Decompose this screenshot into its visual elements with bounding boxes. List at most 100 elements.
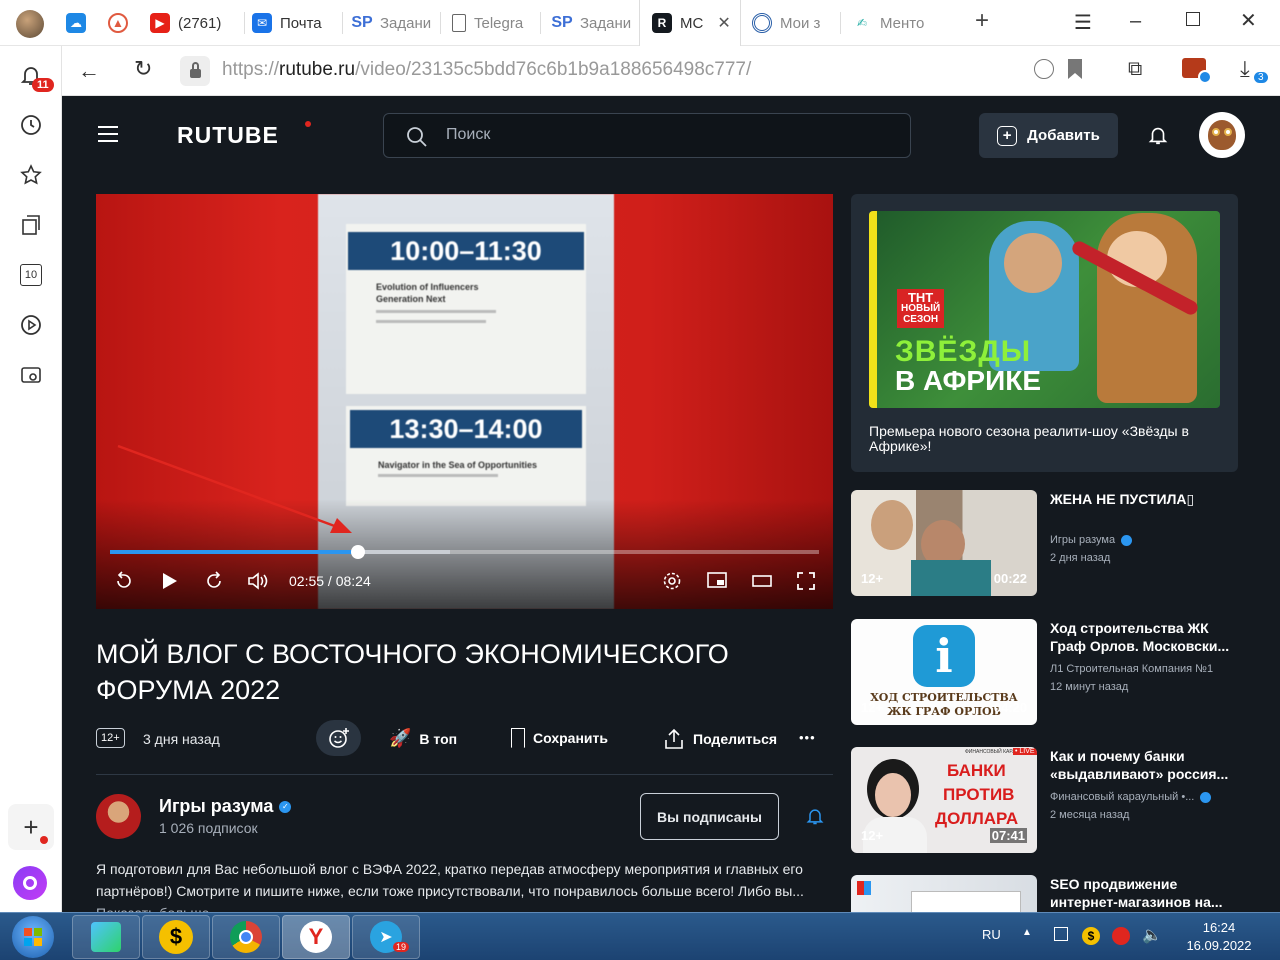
tab-label: Менто <box>880 14 925 32</box>
tile-10-icon[interactable]: 10 <box>16 260 46 290</box>
tab-red[interactable]: ▲ <box>108 0 138 46</box>
related-title[interactable]: Ход строительства ЖК Граф Орлов. Московс… <box>1050 619 1238 655</box>
network-icon[interactable] <box>1054 927 1068 941</box>
forward-10-icon[interactable] <box>204 571 224 591</box>
pip-icon[interactable] <box>707 572 727 590</box>
profile-avatar[interactable] <box>16 10 44 38</box>
settings-gear-icon[interactable] <box>662 571 682 591</box>
bookmark-icon[interactable] <box>1068 59 1082 79</box>
duration-badge: 00:22 <box>993 571 1027 586</box>
taskbar-yandex-browser[interactable]: Y <box>282 915 350 959</box>
time-display: 02:55 / 08:24 <box>289 573 371 589</box>
collections-icon[interactable] <box>16 210 46 240</box>
rutube-logo[interactable]: RUTUBE <box>177 122 279 149</box>
start-button[interactable] <box>12 916 54 958</box>
info-icon: i <box>913 625 975 687</box>
fullscreen-icon[interactable] <box>797 572 815 590</box>
related-video-4[interactable]: SEO продвижение интернет-магазинов на... <box>851 875 1238 912</box>
video-player[interactable]: 10:00–11:30 Evolution of Influencers Gen… <box>96 194 833 609</box>
rewind-10-icon[interactable] <box>114 571 134 591</box>
related-thumbnail[interactable]: 12+ 00:22 <box>851 490 1037 596</box>
star-icon[interactable] <box>16 160 46 190</box>
taskbar-app-1[interactable] <box>72 915 140 959</box>
related-title[interactable]: ЖЕНА НЕ ПУСТИЛА⁠▯ <box>1050 490 1238 508</box>
close-tab-icon[interactable]: ✕ <box>717 13 730 33</box>
minimize-button[interactable]: – <box>1130 10 1141 33</box>
taskbar-chrome[interactable] <box>212 915 280 959</box>
tray-expand-icon[interactable]: ▲ <box>1022 927 1032 938</box>
hamburger-menu-icon[interactable] <box>98 126 118 142</box>
promo-image[interactable]: ТНТ НОВЫЙ СЕЗОН ЗВЁЗДЫ В АФРИКЕ <box>869 211 1220 408</box>
related-thumbnail[interactable]: ФИНАНСОВЫЙ КАРАУЛЬНЫЙ • LIVE БАНКИ ПРОТИ… <box>851 747 1037 853</box>
alice-assistant-icon[interactable] <box>13 866 47 900</box>
search-box[interactable]: Поиск <box>383 113 911 158</box>
chat-icon[interactable] <box>1034 59 1054 79</box>
related-thumbnail[interactable]: i ХОД СТРОИТЕЛЬСТВА ЖК ГРАФ ОРЛОВ 12+ 04… <box>851 619 1037 725</box>
language-indicator[interactable]: RU <box>982 927 1001 942</box>
related-video-2[interactable]: i ХОД СТРОИТЕЛЬСТВА ЖК ГРАФ ОРЛОВ 12+ 04… <box>851 619 1238 725</box>
extension-icon[interactable] <box>1182 58 1212 84</box>
related-channel[interactable]: Л1 Строительная Компания №1 <box>1050 663 1213 675</box>
add-panel-button[interactable]: + <box>8 804 54 850</box>
tab-mail[interactable]: ✉ Почта <box>252 0 336 46</box>
maximize-button[interactable] <box>1186 12 1200 26</box>
volume-icon[interactable] <box>247 572 269 590</box>
taskbar-app-2[interactable]: $ <box>142 915 210 959</box>
lock-icon[interactable] <box>180 56 210 86</box>
promo-card[interactable]: ТНТ НОВЫЙ СЕЗОН ЗВЁЗДЫ В АФРИКЕ Премьера… <box>851 194 1238 472</box>
tab-sp-2[interactable]: SP Задани <box>552 0 632 46</box>
save-button[interactable]: Сохранить <box>511 728 608 748</box>
tab-telegraph[interactable]: Telegra <box>452 0 532 46</box>
sp-icon: SP <box>552 14 573 31</box>
user-avatar[interactable] <box>1199 112 1245 158</box>
related-channel[interactable]: Финансовый караульный •... <box>1050 791 1212 803</box>
new-tab-button[interactable]: + <box>970 9 994 34</box>
bell-icon[interactable]: 11 <box>16 60 54 92</box>
to-top-button[interactable]: 🚀 В топ <box>389 728 457 749</box>
mentor-icon: ✍ <box>856 16 868 30</box>
menu-icon[interactable]: ☰ <box>1074 10 1092 35</box>
reader-icon[interactable]: ⧉ <box>1128 58 1142 81</box>
related-channel-label: Игры разума <box>1050 534 1116 546</box>
channel-avatar[interactable] <box>96 794 141 839</box>
history-icon[interactable] <box>16 110 46 140</box>
related-title[interactable]: Как и почему банки «выдавливают» россия.… <box>1050 747 1238 783</box>
theater-mode-icon[interactable] <box>752 574 772 588</box>
reaction-button[interactable] <box>316 720 361 756</box>
tab-rutube-active[interactable]: R МС ✕ <box>640 0 740 46</box>
play-icon[interactable] <box>162 572 178 590</box>
screenshot-icon[interactable] <box>16 360 46 390</box>
url-field[interactable]: https://rutube.ru/video/23135c5bdd76c6b1… <box>222 59 751 81</box>
tab-youtube[interactable]: ▶ (2761) <box>150 0 240 46</box>
tab-target[interactable]: Мои з <box>752 0 832 46</box>
tray-coin-icon[interactable]: $ <box>1082 927 1100 945</box>
channel-name[interactable]: Игры разума ✓ <box>159 796 292 817</box>
reload-icon[interactable]: ↻ <box>134 56 152 82</box>
progress-track[interactable] <box>110 545 819 559</box>
close-window-button[interactable]: ✕ <box>1240 8 1257 33</box>
downloads-icon[interactable]: ⤓ 3 <box>1240 56 1268 83</box>
more-options-button[interactable]: ••• <box>799 730 816 745</box>
share-button[interactable]: Поделиться <box>663 728 777 750</box>
subscribed-button[interactable]: Вы подписаны <box>640 793 779 840</box>
thumb-text-1: БАНКИ <box>947 761 1006 780</box>
related-title[interactable]: SEO продвижение интернет-магазинов на... <box>1050 875 1238 911</box>
back-icon[interactable]: ← <box>78 58 100 84</box>
related-thumbnail[interactable] <box>851 875 1037 912</box>
notifications-bell-icon[interactable] <box>1147 124 1169 146</box>
tab-mentor[interactable]: ✍ Менто <box>852 0 932 46</box>
play-circle-icon[interactable] <box>16 310 46 340</box>
channel-bell-icon[interactable] <box>805 805 825 827</box>
tray-red-icon[interactable] <box>1112 927 1130 945</box>
tab-sp-1[interactable]: SP Задани <box>352 0 432 46</box>
volume-tray-icon[interactable]: 🔈 <box>1142 925 1162 945</box>
add-video-button[interactable]: + Добавить <box>979 113 1118 158</box>
show-more-link[interactable]: Показать больше <box>96 902 836 912</box>
tab-cloud[interactable]: ☁ <box>66 0 96 46</box>
clock[interactable]: 16:24 16.09.2022 <box>1176 919 1262 955</box>
url-scheme: https:// <box>222 59 280 80</box>
related-video-3[interactable]: ФИНАНСОВЫЙ КАРАУЛЬНЫЙ • LIVE БАНКИ ПРОТИ… <box>851 747 1238 853</box>
related-video-1[interactable]: 12+ 00:22 ЖЕНА НЕ ПУСТИЛА⁠▯ Игры разума … <box>851 490 1238 596</box>
taskbar-telegram[interactable]: ➤ 19 <box>352 915 420 959</box>
related-channel[interactable]: Игры разума <box>1050 534 1133 546</box>
